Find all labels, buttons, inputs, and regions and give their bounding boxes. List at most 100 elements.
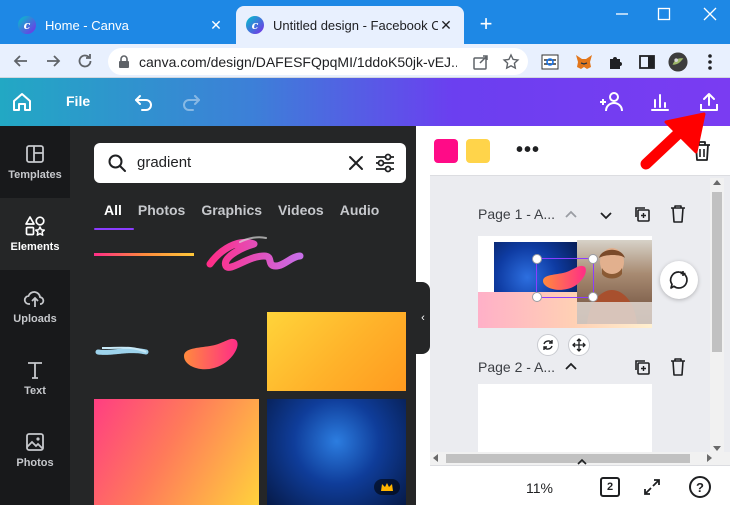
omnibox[interactable]: canva.com/design/DAFESFQpqMI/1ddoK50jk-v… (108, 48, 528, 75)
tab-photos[interactable]: Photos (138, 202, 185, 228)
share-people-icon[interactable] (598, 90, 624, 114)
extension-icon[interactable] (540, 52, 560, 72)
rail-item-templates[interactable]: Templates (0, 126, 70, 198)
resize-handle[interactable] (532, 292, 542, 302)
delete-page-icon[interactable] (669, 204, 687, 223)
rotate-icon[interactable] (537, 334, 559, 356)
rail-item-uploads[interactable]: Uploads (0, 270, 70, 342)
page-count-button[interactable]: 2 (600, 477, 620, 497)
url-text[interactable]: canva.com/design/DAFESFQpqMI/1ddoK50jk-v… (139, 54, 457, 70)
scroll-down-arrow-icon[interactable] (713, 446, 721, 451)
filter-sliders-icon[interactable] (374, 153, 396, 173)
file-menu-button[interactable]: File (66, 93, 90, 109)
pink-orange-gradient-tile[interactable] (94, 399, 259, 505)
browser-tab-bar: c Home - Canva ✕ c Untitled design - Fac… (0, 0, 730, 44)
address-bar: canva.com/design/DAFESFQpqMI/1ddoK50jk-v… (0, 44, 730, 78)
clear-search-icon[interactable] (348, 155, 364, 171)
move-page-down-icon[interactable] (597, 206, 615, 224)
photos-icon (24, 431, 46, 453)
scroll-up-arrow-icon[interactable] (713, 180, 721, 185)
move-icon[interactable] (568, 334, 590, 356)
home-icon[interactable] (10, 90, 34, 114)
lock-icon (118, 54, 130, 69)
blue-radial-gradient-tile[interactable] (267, 399, 406, 505)
selected-blob-element[interactable] (536, 258, 594, 298)
zoom-level[interactable]: 11% (526, 480, 553, 496)
duplicate-page-icon[interactable] (633, 358, 651, 376)
rail-item-photos[interactable]: Photos (0, 414, 70, 486)
yellow-gradient-tile[interactable] (267, 312, 406, 391)
page-1-label[interactable]: Page 1 - A... (478, 206, 555, 222)
move-page-up-icon[interactable] (562, 358, 580, 376)
avatar[interactable] (668, 52, 688, 72)
editor-footer: 11% 2 ? (430, 465, 730, 505)
fullscreen-expand-icon[interactable] (642, 477, 662, 497)
search-query[interactable]: gradient (137, 154, 191, 171)
search-input[interactable]: gradient (94, 143, 406, 183)
tab-home-canva[interactable]: c Home - Canva ✕ (8, 6, 234, 44)
color-swatch-pink[interactable] (434, 139, 458, 163)
close-window-icon[interactable] (698, 4, 722, 24)
page-2-label[interactable]: Page 2 - A... (478, 359, 555, 375)
canva-favicon-icon: c (18, 16, 36, 34)
share-page-icon[interactable] (472, 53, 490, 71)
scroll-left-arrow-icon[interactable] (433, 454, 438, 462)
resize-handle[interactable] (532, 254, 542, 264)
elements-panel: gradient All Photos Graphics Videos Audi… (70, 126, 416, 505)
premium-crown-icon (374, 479, 400, 495)
rail-item-elements[interactable]: Elements (0, 198, 70, 270)
more-options-icon[interactable]: ••• (516, 139, 540, 162)
uploads-icon (23, 287, 47, 309)
rail-label: Uploads (13, 313, 57, 325)
tab-untitled-design[interactable]: c Untitled design - Facebook Co ✕ (236, 6, 464, 44)
page-2-canvas[interactable] (478, 384, 652, 452)
color-swatch-yellow[interactable] (466, 139, 490, 163)
search-icon (107, 153, 127, 173)
minimize-icon[interactable] (610, 4, 634, 24)
horizontal-scroll-thumb[interactable] (446, 454, 690, 463)
templates-icon (24, 143, 46, 165)
help-button[interactable]: ? (689, 476, 711, 498)
bookmark-star-icon[interactable] (502, 53, 520, 71)
move-page-up-icon[interactable] (562, 206, 580, 224)
tab-graphics[interactable]: Graphics (201, 202, 262, 228)
vertical-scroll-thumb[interactable] (712, 192, 722, 352)
forward-icon[interactable] (42, 50, 64, 72)
brush-and-blob-graphic[interactable] (94, 338, 259, 378)
vertical-scrollbar[interactable] (710, 178, 724, 453)
reload-icon[interactable] (74, 50, 96, 72)
canva-header: File (0, 78, 730, 126)
duplicate-page-icon[interactable] (633, 205, 651, 223)
elements-icon (24, 215, 46, 237)
metamask-fox-icon[interactable] (574, 52, 594, 72)
close-tab-icon[interactable]: ✕ (438, 17, 454, 33)
maximize-icon[interactable] (652, 4, 676, 24)
tab-videos[interactable]: Videos (278, 202, 324, 228)
new-tab-icon[interactable]: + (474, 11, 498, 36)
delete-page-icon[interactable] (669, 357, 687, 376)
redo-icon[interactable] (180, 91, 202, 113)
scroll-right-arrow-icon[interactable] (707, 454, 712, 462)
collapse-panel-handle[interactable]: ‹ (416, 282, 430, 354)
back-icon[interactable] (10, 50, 32, 72)
add-comment-icon[interactable] (660, 261, 698, 299)
show-pages-chevron-icon[interactable] (573, 456, 591, 468)
rail-item-text[interactable]: Text (0, 342, 70, 414)
resize-handle[interactable] (588, 292, 598, 302)
gradient-line-graphic[interactable] (94, 253, 194, 256)
gradient-scribble-graphic[interactable] (204, 232, 304, 280)
canva-favicon-icon: c (246, 16, 264, 34)
page-1-canvas[interactable] (478, 236, 652, 328)
chrome-menu-icon[interactable] (700, 52, 720, 72)
tab-audio[interactable]: Audio (340, 202, 380, 228)
rail-label: Elements (10, 241, 60, 253)
undo-icon[interactable] (133, 91, 155, 113)
side-panel-icon[interactable] (637, 52, 657, 72)
rail-label: Text (24, 385, 46, 397)
puzzle-extensions-icon[interactable] (606, 52, 626, 72)
close-tab-icon[interactable]: ✕ (208, 17, 224, 33)
red-pointer-arrow (640, 110, 710, 170)
tab-title: Home - Canva (45, 17, 129, 33)
resize-handle[interactable] (588, 254, 598, 264)
tab-all[interactable]: All (94, 202, 134, 230)
